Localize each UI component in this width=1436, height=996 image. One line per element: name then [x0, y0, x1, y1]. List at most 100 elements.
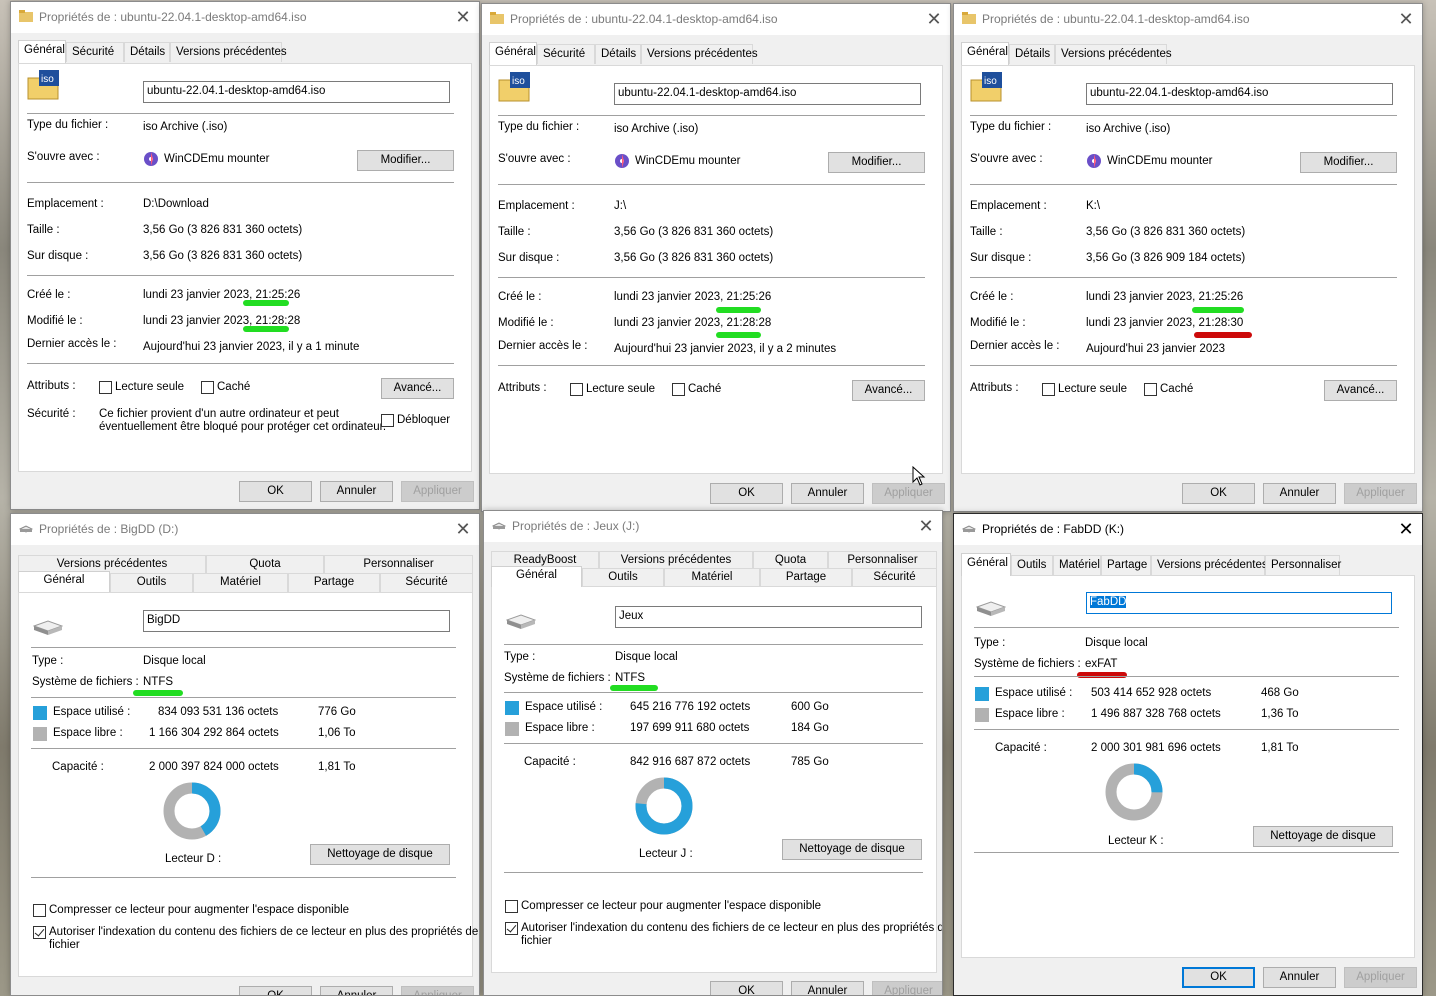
tab-general[interactable]: Général — [18, 571, 110, 592]
advanced-button[interactable]: Avancé... — [852, 380, 925, 401]
compress-checkbox[interactable] — [33, 904, 46, 917]
modify-button[interactable]: Modifier... — [357, 150, 454, 171]
apply-button[interactable]: Appliquer — [872, 981, 942, 995]
title-bar[interactable]: Propriétés de : BigDD (D:) ✕ — [11, 514, 479, 545]
file-name-field[interactable]: ubuntu-22.04.1-desktop-amd64.iso — [143, 81, 450, 103]
tab-details[interactable]: Détails — [1009, 44, 1055, 64]
indexing-checkbox[interactable] — [33, 926, 46, 939]
hidden-checkbox[interactable] — [672, 383, 685, 396]
cancel-button[interactable]: Annuler — [791, 981, 864, 995]
tab-customize[interactable]: Personnaliser — [324, 555, 473, 574]
drive-name-field[interactable]: Jeux — [615, 606, 922, 628]
tab-sharing[interactable]: Partage — [288, 573, 380, 592]
ok-button[interactable]: OK — [710, 483, 783, 504]
tab-hardware[interactable]: Matériel — [1053, 555, 1101, 575]
used-bytes: 645 216 776 192 octets — [630, 701, 751, 713]
close-icon[interactable]: ✕ — [916, 516, 936, 536]
cancel-button[interactable]: Annuler — [1263, 483, 1336, 504]
close-icon[interactable]: ✕ — [1396, 519, 1416, 539]
used-space-swatch — [975, 687, 989, 701]
security-text-2: éventuellement être bloqué pour protéger… — [99, 421, 387, 433]
indexing-checkbox[interactable] — [505, 922, 518, 935]
drive-name-field[interactable]: FabDD — [1086, 592, 1392, 614]
readonly-label: Lecture seule — [115, 381, 185, 393]
tab-security[interactable]: Sécurité — [537, 44, 595, 64]
title-bar[interactable]: Propriétés de : ubuntu-22.04.1-desktop-a… — [11, 2, 479, 33]
cancel-button[interactable]: Annuler — [320, 481, 393, 502]
free-bytes: 1 166 304 292 864 octets — [149, 727, 279, 739]
tab-quota[interactable]: Quota — [206, 555, 324, 574]
apply-button[interactable]: Appliquer — [1344, 483, 1417, 504]
cancel-button[interactable]: Annuler — [1263, 967, 1336, 988]
tab-tools[interactable]: Outils — [1011, 555, 1053, 575]
tab-general[interactable]: Général — [489, 42, 537, 65]
cancel-button[interactable]: Annuler — [791, 483, 864, 504]
tab-customize[interactable]: Personnaliser — [1265, 555, 1341, 575]
modify-button[interactable]: Modifier... — [828, 152, 925, 173]
disk-cleanup-button[interactable]: Nettoyage de disque — [782, 839, 922, 860]
title-bar[interactable]: Propriétés de : FabDD (K:) ✕ — [954, 514, 1422, 545]
close-icon[interactable]: ✕ — [453, 7, 473, 27]
file-name-field[interactable]: ubuntu-22.04.1-desktop-amd64.iso — [1086, 83, 1393, 105]
tab-details[interactable]: Détails — [595, 44, 641, 64]
apply-button[interactable]: Appliquer — [401, 986, 474, 995]
file-system-value: exFAT — [1085, 658, 1118, 670]
ok-button[interactable]: OK — [710, 981, 783, 995]
close-icon[interactable]: ✕ — [453, 519, 473, 539]
opens-with-value: WinCDEmu mounter — [164, 153, 270, 165]
apply-button[interactable]: Appliquer — [401, 481, 474, 502]
disk-cleanup-button[interactable]: Nettoyage de disque — [310, 844, 450, 865]
tab-previous-versions[interactable]: Versions précédentes — [641, 44, 758, 64]
tab-general[interactable]: Général — [18, 40, 66, 63]
highlight-mark — [133, 690, 183, 696]
label-used: Espace utilisé : — [995, 687, 1073, 699]
tab-sharing[interactable]: Partage — [760, 568, 852, 587]
hidden-checkbox[interactable] — [201, 381, 214, 394]
ok-button[interactable]: OK — [1182, 483, 1255, 504]
label-capacity: Capacité : — [995, 742, 1047, 754]
tab-details[interactable]: Détails — [124, 42, 170, 62]
tab-previous-versions[interactable]: Versions précédentes — [1151, 555, 1268, 575]
tab-hardware[interactable]: Matériel — [664, 568, 760, 587]
drive-name-field[interactable]: BigDD — [143, 610, 450, 632]
tab-general[interactable]: Général — [961, 553, 1011, 576]
tab-sharing[interactable]: Partage — [1101, 555, 1151, 575]
apply-button[interactable]: Appliquer — [872, 483, 945, 504]
hidden-checkbox[interactable] — [1144, 383, 1157, 396]
title-bar[interactable]: Propriétés de : Jeux (J:) ✕ — [484, 511, 942, 542]
unblock-checkbox[interactable] — [381, 414, 394, 427]
title-bar[interactable]: Propriétés de : ubuntu-22.04.1-desktop-a… — [482, 4, 950, 35]
tab-previous-versions[interactable]: Versions précédentes — [1055, 44, 1172, 64]
readonly-checkbox[interactable] — [99, 381, 112, 394]
ok-button[interactable]: OK — [1182, 967, 1255, 988]
title-bar[interactable]: Propriétés de : ubuntu-22.04.1-desktop-a… — [954, 4, 1422, 35]
modify-button[interactable]: Modifier... — [1300, 152, 1397, 173]
tab-security[interactable]: Sécurité — [66, 42, 124, 62]
file-name-field[interactable]: ubuntu-22.04.1-desktop-amd64.iso — [614, 83, 921, 105]
tab-tools[interactable]: Outils — [582, 568, 664, 587]
general-panel: Jeux Type : Disque local Système de fich… — [491, 586, 942, 973]
readonly-checkbox[interactable] — [570, 383, 583, 396]
tab-security[interactable]: Sécurité — [852, 568, 937, 587]
apply-button[interactable]: Appliquer — [1344, 967, 1417, 988]
tab-previous-versions[interactable]: Versions précédentes — [170, 42, 287, 62]
tab-general[interactable]: Général — [491, 566, 582, 587]
hard-drive-icon — [506, 614, 536, 629]
close-icon[interactable]: ✕ — [924, 9, 944, 29]
readonly-checkbox[interactable] — [1042, 383, 1055, 396]
tab-tools[interactable]: Outils — [110, 573, 193, 592]
label-free: Espace libre : — [525, 722, 595, 734]
iso-file-icon: iso — [27, 70, 59, 100]
compress-checkbox[interactable] — [505, 900, 518, 913]
cancel-button[interactable]: Annuler — [320, 986, 393, 995]
ok-button[interactable]: OK — [239, 481, 312, 502]
tab-security[interactable]: Sécurité — [380, 573, 473, 592]
disk-cleanup-button[interactable]: Nettoyage de disque — [1253, 826, 1393, 847]
capacity-bytes: 2 000 397 824 000 octets — [149, 761, 279, 773]
advanced-button[interactable]: Avancé... — [1324, 380, 1397, 401]
tab-general[interactable]: Général — [961, 42, 1009, 65]
tab-hardware[interactable]: Matériel — [193, 573, 288, 592]
advanced-button[interactable]: Avancé... — [381, 378, 454, 399]
close-icon[interactable]: ✕ — [1396, 9, 1416, 29]
ok-button[interactable]: OK — [239, 986, 312, 995]
